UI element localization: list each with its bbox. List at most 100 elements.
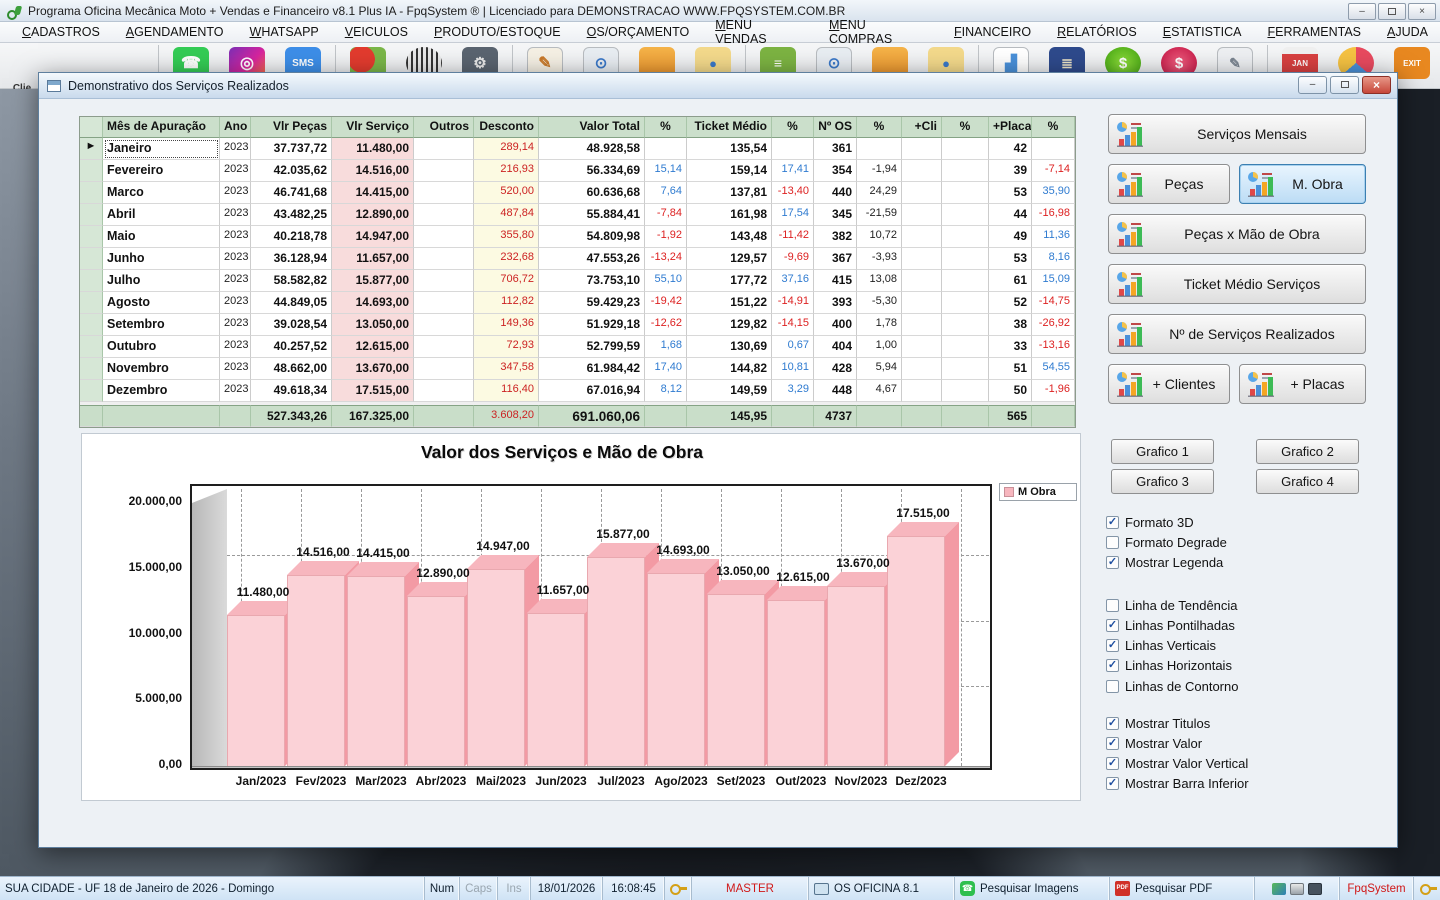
maximize-button[interactable] bbox=[1378, 3, 1406, 20]
checkbox-mostrar-barra-inferior[interactable]: ✓ bbox=[1106, 777, 1119, 790]
checkbox-mostrar-valor[interactable]: ✓ bbox=[1106, 737, 1119, 750]
cell-pct_os: -1,94 bbox=[857, 160, 902, 182]
checkbox-linhas-pontilhadas[interactable]: ✓ bbox=[1106, 619, 1119, 632]
side-button-n-de-servi-os-realizados[interactable]: Nº de Serviços Realizados bbox=[1108, 314, 1366, 354]
side-button-servi-os-mensais[interactable]: Serviços Mensais bbox=[1108, 114, 1366, 154]
side-button-clientes[interactable]: + Clientes bbox=[1108, 364, 1230, 404]
checkbox-row-mostrar-barra-inferior[interactable]: ✓Mostrar Barra Inferior bbox=[1106, 776, 1249, 792]
checkbox-row-formato-degrade[interactable]: Formato Degrade bbox=[1106, 534, 1227, 550]
menubar: CADASTROSAGENDAMENTOWHATSAPPVEICULOSPROD… bbox=[0, 22, 1440, 43]
column-header-pct_ticket[interactable]: % bbox=[772, 117, 814, 138]
column-header-pct_total[interactable]: % bbox=[645, 117, 687, 138]
checkbox-mostrar-legenda[interactable]: ✓ bbox=[1106, 556, 1119, 569]
side-button-placas[interactable]: + Placas bbox=[1239, 364, 1366, 404]
column-header-desconto[interactable]: Desconto bbox=[474, 117, 539, 138]
column-header-os[interactable]: Nº OS bbox=[814, 117, 857, 138]
menu-produto-estoque[interactable]: PRODUTO/ESTOQUE bbox=[422, 23, 573, 41]
cell-os: 367 bbox=[814, 248, 857, 270]
menu-os-or-amento[interactable]: OS/ORÇAMENTO bbox=[575, 23, 702, 41]
dialog-title: Demonstrativo dos Serviços Realizados bbox=[68, 79, 289, 93]
dialog-close-button[interactable]: × bbox=[1362, 76, 1391, 94]
column-header-pct_placa[interactable]: % bbox=[1032, 117, 1075, 138]
checkbox-row-linhas-horizontais[interactable]: ✓ Linhas Horizontais bbox=[1106, 658, 1232, 674]
checkbox-row-mostrar-titulos[interactable]: ✓Mostrar Titulos bbox=[1106, 715, 1210, 731]
checkbox-mostrar-titulos[interactable]: ✓ bbox=[1106, 717, 1119, 730]
checkbox-row-linhas-de-contorno[interactable]: Linhas de Contorno bbox=[1106, 678, 1238, 694]
menu-estatistica[interactable]: ESTATISTICA bbox=[1151, 23, 1254, 41]
dialog-restore-button[interactable] bbox=[1330, 76, 1359, 94]
button-grafico-3[interactable]: Grafico 3 bbox=[1111, 469, 1214, 494]
table-row-novembro[interactable]: Novembro202348.662,0013.670,00347,5861.9… bbox=[80, 358, 1075, 380]
search-pdf-button[interactable]: PDFPesquisar PDF bbox=[1110, 877, 1255, 900]
checkbox-formato-3d[interactable]: ✓ bbox=[1106, 516, 1119, 529]
button-grafico-2[interactable]: Grafico 2 bbox=[1256, 439, 1359, 464]
table-row-maio[interactable]: Maio202340.218,7814.947,00355,8054.809,9… bbox=[80, 226, 1075, 248]
checkbox-row-formato-3d[interactable]: ✓Formato 3D bbox=[1106, 514, 1194, 530]
bar-ago-2023 bbox=[647, 573, 705, 766]
table-row-setembro[interactable]: Setembro202339.028,5413.050,00149,3651.9… bbox=[80, 314, 1075, 336]
menu-financeiro[interactable]: FINANCEIRO bbox=[942, 23, 1043, 41]
checkbox-row-linhas-verticais[interactable]: ✓Linhas Verticais bbox=[1106, 638, 1216, 654]
checkbox-linha-de-tend-ncia[interactable] bbox=[1106, 599, 1119, 612]
column-header-pecas[interactable]: Vlr Peças bbox=[251, 117, 332, 138]
side-button-m-obra[interactable]: M. Obra bbox=[1239, 164, 1366, 204]
search-images-button[interactable]: ☎Pesquisar Imagens bbox=[955, 877, 1110, 900]
close-button[interactable]: × bbox=[1408, 3, 1436, 20]
checkbox-row-linha-de-tend-ncia[interactable]: Linha de Tendência bbox=[1106, 597, 1238, 613]
checkbox-row-linhas-pontilhadas[interactable]: ✓Linhas Pontilhadas bbox=[1106, 617, 1235, 633]
sair-icon[interactable]: EXIT bbox=[1394, 47, 1430, 79]
column-header-mes[interactable]: Mês de Apuração bbox=[103, 117, 220, 138]
column-header-placa[interactable]: +Placa bbox=[989, 117, 1032, 138]
table-row-junho[interactable]: Junho202336.128,9411.657,00232,6847.553,… bbox=[80, 248, 1075, 270]
printer-icon[interactable] bbox=[1290, 883, 1304, 895]
column-header-total[interactable]: Valor Total bbox=[539, 117, 645, 138]
column-header-servico[interactable]: Vlr Serviço bbox=[332, 117, 414, 138]
cell-pct_total: 55,10 bbox=[645, 270, 687, 292]
checkbox-linhas-horizontais[interactable]: ✓ bbox=[1106, 659, 1119, 672]
cell-mes: Janeiro bbox=[103, 138, 220, 160]
dialog-minimize-button[interactable]: – bbox=[1298, 76, 1327, 94]
table-row-agosto[interactable]: Agosto202344.849,0514.693,00112,8259.429… bbox=[80, 292, 1075, 314]
table-row-janeiro[interactable]: ►Janeiro202337.737,7211.480,00289,1448.9… bbox=[80, 138, 1075, 160]
checkbox-formato-degrade[interactable] bbox=[1106, 536, 1119, 549]
table-row-outubro[interactable]: Outubro202340.257,5212.615,0072,9352.799… bbox=[80, 336, 1075, 358]
checkbox-label: Linhas Horizontais bbox=[1125, 658, 1232, 673]
table-row-marco[interactable]: Marco202346.741,6814.415,00520,0060.636,… bbox=[80, 182, 1075, 204]
monitor-icon[interactable] bbox=[1308, 883, 1322, 895]
table-row-fevereiro[interactable]: Fevereiro202342.035,6214.516,00216,9356.… bbox=[80, 160, 1075, 182]
column-header-ano[interactable]: Ano bbox=[220, 117, 251, 138]
side-button-pe-as-x-m-o-de-obra[interactable]: Peças x Mão de Obra bbox=[1108, 214, 1366, 254]
cell-cli bbox=[902, 336, 942, 358]
checkbox-mostrar-valor-vertical[interactable]: ✓ bbox=[1106, 757, 1119, 770]
checkbox-row-mostrar-legenda[interactable]: ✓Mostrar Legenda bbox=[1106, 555, 1223, 571]
column-header-pct_cli[interactable]: % bbox=[942, 117, 989, 138]
checkbox-row-mostrar-valor[interactable]: ✓Mostrar Valor bbox=[1106, 735, 1202, 751]
menu-veiculos[interactable]: VEICULOS bbox=[333, 23, 420, 41]
menu-relat-rios[interactable]: RELATÓRIOS bbox=[1045, 23, 1149, 41]
table-row-abril[interactable]: Abril202343.482,2512.890,00487,8455.884,… bbox=[80, 204, 1075, 226]
column-header-pct_os[interactable]: % bbox=[857, 117, 902, 138]
menu-cadastros[interactable]: CADASTROS bbox=[10, 23, 112, 41]
sync-icon[interactable] bbox=[1272, 883, 1286, 895]
cell-total: 61.984,42 bbox=[539, 358, 645, 380]
menu-ajuda[interactable]: AJUDA bbox=[1375, 23, 1440, 41]
dialog-titlebar[interactable]: Demonstrativo dos Serviços Realizados – … bbox=[39, 73, 1397, 99]
menu-ferramentas[interactable]: FERRAMENTAS bbox=[1255, 23, 1373, 41]
table-row-dezembro[interactable]: Dezembro202349.618,3417.515,00116,4067.0… bbox=[80, 380, 1075, 402]
side-button-pe-as[interactable]: Peças bbox=[1108, 164, 1230, 204]
checkbox-linhas-de-contorno[interactable] bbox=[1106, 680, 1119, 693]
side-button-ticket-m-dio-servi-os[interactable]: Ticket Médio Serviços bbox=[1108, 264, 1366, 304]
table-row-julho[interactable]: Julho202358.582,8215.877,00706,7273.753,… bbox=[80, 270, 1075, 292]
button-grafico-4[interactable]: Grafico 4 bbox=[1256, 469, 1359, 494]
button-grafico-1[interactable]: Grafico 1 bbox=[1111, 439, 1214, 464]
minimize-button[interactable]: – bbox=[1348, 3, 1376, 20]
checkbox-linhas-verticais[interactable]: ✓ bbox=[1106, 639, 1119, 652]
menu-whatsapp[interactable]: WHATSAPP bbox=[238, 23, 331, 41]
checkbox-row-mostrar-valor-vertical[interactable]: ✓Mostrar Valor Vertical bbox=[1106, 756, 1248, 772]
cell-desconto: 706,72 bbox=[474, 270, 539, 292]
column-header-outros[interactable]: Outros bbox=[414, 117, 474, 138]
toolbar-clientes-button[interactable]: Clie bbox=[2, 45, 42, 94]
column-header-cli[interactable]: +Cli bbox=[902, 117, 942, 138]
menu-agendamento[interactable]: AGENDAMENTO bbox=[114, 23, 236, 41]
column-header-ticket[interactable]: Ticket Médio bbox=[687, 117, 772, 138]
